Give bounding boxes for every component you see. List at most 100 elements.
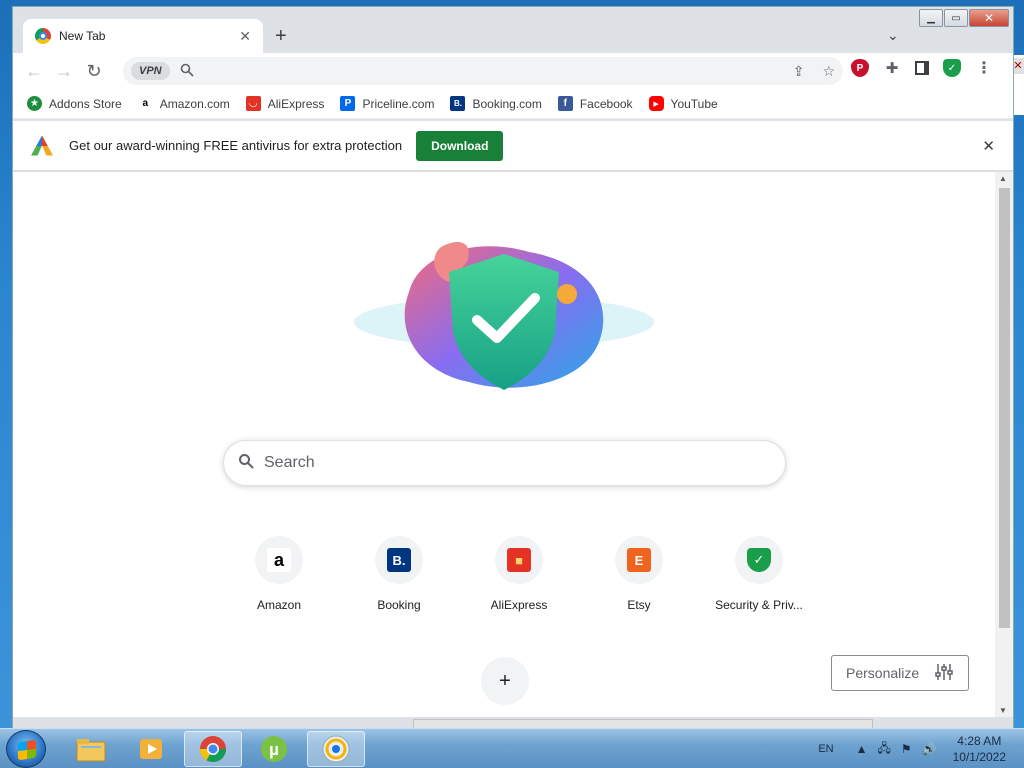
shortcut-etsy[interactable]: E Etsy <box>579 536 699 612</box>
chrome-taskbar-icon[interactable] <box>184 731 242 767</box>
pinterest-extension-icon[interactable]: P <box>851 59 869 77</box>
bookmark-label: AliExpress <box>267 96 325 111</box>
scroll-up-icon[interactable]: ▲ <box>999 174 1007 183</box>
shortcut-label: Amazon <box>256 598 302 612</box>
sliders-icon <box>934 662 954 685</box>
shortcut-security-priv[interactable]: ✓ Security & Priv... <box>699 536 819 612</box>
bookmark-label: Priceline.com <box>362 96 435 111</box>
infobar-close-icon[interactable]: ✕ <box>982 137 995 155</box>
browser-taskbar-icon[interactable] <box>307 731 365 767</box>
show-hidden-icons-icon[interactable]: ▲ <box>856 742 868 756</box>
system-tray: EN ▲ 🖧 ⚑ 🔊 4:28 AM 10/1/2022 <box>818 729 1024 768</box>
personalize-button[interactable]: Personalize <box>831 655 969 691</box>
security-shield-icon[interactable]: ✓ <box>943 59 961 77</box>
clock-time: 4:28 AM <box>957 734 1002 748</box>
bookmark-booking-com[interactable]: B. Booking.com <box>450 96 542 111</box>
tab-new-tab[interactable]: New Tab ✕ <box>23 19 263 53</box>
add-shortcut-button[interactable]: + <box>481 657 529 705</box>
tab-close-icon[interactable]: ✕ <box>239 28 251 45</box>
bookmark-addons-store[interactable]: ★ Addons Store <box>27 96 122 111</box>
tab-strip: New Tab ✕ + ⌄ <box>13 7 1013 53</box>
taskbar: µ EN ▲ 🖧 ⚑ 🔊 4:28 AM 10/1/2022 <box>0 728 1024 768</box>
bookmark-label: Addons Store <box>49 96 122 111</box>
share-icon[interactable]: ⇪ <box>793 63 805 80</box>
shortcut-label: Etsy <box>627 598 651 612</box>
scroll-down-icon[interactable]: ▼ <box>999 706 1007 715</box>
booking-icon: B. <box>450 96 466 111</box>
language-indicator[interactable]: EN <box>818 743 833 755</box>
side-panel-icon[interactable] <box>915 61 929 75</box>
shortcut-icon-circle: ✓ <box>735 536 783 584</box>
bookmark-amazon-com[interactable]: a Amazon.com <box>137 96 230 111</box>
shortcut-icon-circle: B. <box>375 536 423 584</box>
toolbar: ← → ↻ VPN ⇪ ☆ P ✚ ✓ ⋮ <box>13 53 1013 89</box>
explorer-taskbar-icon[interactable] <box>62 731 120 767</box>
bookmarks-bar: ★ Addons Store a Amazon.com ◡ AliExpress P Pric… <box>13 89 1013 119</box>
security-hero-illustration <box>354 242 654 390</box>
avg-logo-icon <box>31 135 53 156</box>
search-icon <box>180 63 194 80</box>
bookmark-aliexpress[interactable]: ◡ AliExpress <box>245 96 325 111</box>
shortcut-favicon-icon: ✓ <box>747 548 771 572</box>
shortcut-aliexpress[interactable]: ■ AliExpress <box>459 536 579 612</box>
amazon-icon: a <box>137 96 153 111</box>
tab-search-chevron-icon[interactable]: ⌄ <box>887 27 899 44</box>
media-player-taskbar-icon[interactable] <box>122 731 180 767</box>
extensions-puzzle-icon[interactable]: ✚ <box>883 59 901 77</box>
vertical-scrollbar[interactable]: ▲ ▼ <box>995 172 1013 717</box>
bookmark-star-icon[interactable]: ☆ <box>822 63 835 80</box>
volume-icon[interactable]: 🔊 <box>922 742 937 756</box>
shortcut-icon-circle: a <box>255 536 303 584</box>
facebook-icon: f <box>557 96 573 111</box>
start-button[interactable] <box>6 730 46 768</box>
vpn-badge[interactable]: VPN <box>131 62 170 80</box>
action-center-flag-icon[interactable]: ⚑ <box>901 742 912 756</box>
personalize-label: Personalize <box>846 665 920 681</box>
window-caption-buttons: ▁ ▭ ✕ <box>919 9 1009 27</box>
shortcut-booking[interactable]: B. Booking <box>339 536 459 612</box>
address-input[interactable] <box>201 63 793 79</box>
search-input[interactable] <box>264 454 785 472</box>
new-tab-page: a Amazon B. Booking ■ AliExpress E Etsy ✓ Securit… <box>13 172 997 717</box>
forward-arrow-icon[interactable]: → <box>49 57 79 85</box>
new-tab-button[interactable]: + <box>275 25 287 48</box>
close-window-button[interactable]: ✕ <box>969 9 1009 27</box>
reload-icon[interactable]: ↻ <box>79 57 109 85</box>
shortcut-favicon-icon: B. <box>387 548 411 572</box>
scrollbar-thumb[interactable] <box>999 188 1010 628</box>
bookmark-priceline-com[interactable]: P Priceline.com <box>340 96 434 111</box>
search-icon <box>238 453 254 474</box>
shortcut-icon-circle: ■ <box>495 536 543 584</box>
youtube-icon: ▶ <box>648 96 664 111</box>
shortcut-label: Security & Priv... <box>715 598 803 612</box>
bookmark-facebook[interactable]: f Facebook <box>557 96 633 111</box>
search-bar[interactable] <box>223 440 786 486</box>
shortcut-label: Booking <box>377 598 421 612</box>
svg-text:µ: µ <box>269 740 279 759</box>
menu-kebab-icon[interactable]: ⋮ <box>975 59 993 77</box>
address-bar[interactable]: VPN ⇪ ☆ <box>123 57 843 85</box>
shortcut-label: AliExpress <box>490 598 548 612</box>
chrome-favicon-icon <box>35 28 51 44</box>
download-button[interactable]: Download <box>416 130 504 161</box>
bookmark-label: Amazon.com <box>159 96 230 111</box>
clock[interactable]: 4:28 AM 10/1/2022 <box>953 733 1006 765</box>
shortcut-favicon-icon: E <box>627 548 651 572</box>
back-arrow-icon[interactable]: ← <box>19 57 49 85</box>
bookmark-label: YouTube <box>670 96 718 111</box>
minimize-button[interactable]: ▁ <box>919 9 943 27</box>
bookmark-label: Facebook <box>579 96 633 111</box>
utorrent-taskbar-icon[interactable]: µ <box>245 731 303 767</box>
shortcuts-row: a Amazon B. Booking ■ AliExpress E Etsy ✓ Securit… <box>219 536 819 612</box>
clock-date: 10/1/2022 <box>952 750 1006 764</box>
browser-window: ▁ ▭ ✕ New Tab ✕ + ⌄ ← → ↻ VPN ⇪ ☆ P ✚ ✓ … <box>12 6 1014 729</box>
shortcut-favicon-icon: a <box>267 548 291 572</box>
bookmark-youtube[interactable]: ▶ YouTube <box>648 96 718 111</box>
shortcut-favicon-icon: ■ <box>507 548 531 572</box>
shortcut-amazon[interactable]: a Amazon <box>219 536 339 612</box>
network-icon[interactable]: 🖧 <box>878 739 891 760</box>
antivirus-infobar: Get our award-winning FREE antivirus for… <box>13 121 1013 171</box>
maximize-button[interactable]: ▭ <box>944 9 968 27</box>
tab-title: New Tab <box>59 29 106 43</box>
windows-logo-icon <box>18 739 36 761</box>
